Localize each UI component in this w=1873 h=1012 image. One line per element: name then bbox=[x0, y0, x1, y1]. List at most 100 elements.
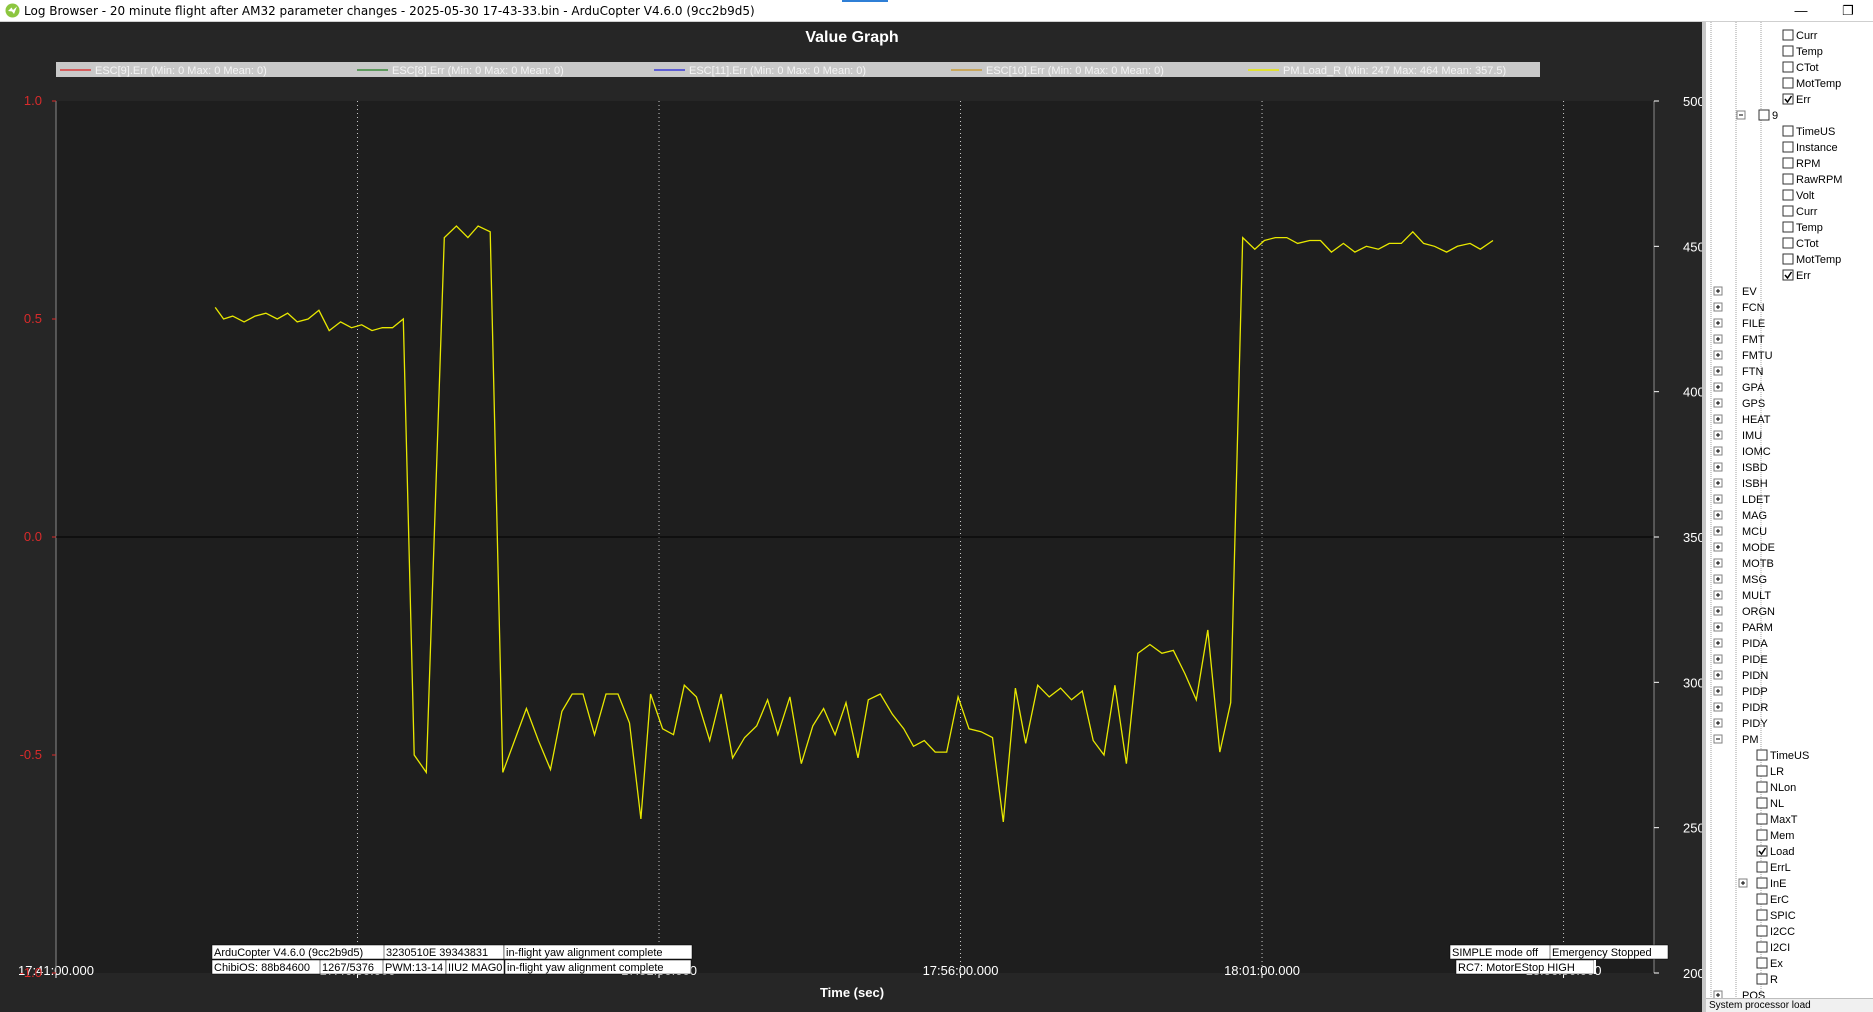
tree-item-parm[interactable]: PARM bbox=[1713, 622, 1773, 634]
tree-item-load[interactable]: Load bbox=[1756, 845, 1794, 858]
tree-item-pidp[interactable]: PIDP bbox=[1713, 686, 1768, 698]
tree-item-mult[interactable]: MULT bbox=[1713, 590, 1771, 602]
chart-title: Value Graph bbox=[805, 29, 898, 46]
checkbox[interactable] bbox=[1756, 877, 1768, 889]
checkbox[interactable] bbox=[1756, 861, 1768, 873]
tree-item-pidy[interactable]: PIDY bbox=[1713, 718, 1768, 730]
checkbox[interactable] bbox=[1756, 749, 1768, 761]
checkbox[interactable] bbox=[1782, 157, 1794, 169]
tree-item-timeus[interactable]: TimeUS bbox=[1756, 749, 1809, 762]
tree-item-pidn[interactable]: PIDN bbox=[1713, 670, 1768, 682]
checkbox[interactable] bbox=[1756, 797, 1768, 809]
tree-item-pos[interactable]: POS bbox=[1713, 990, 1765, 998]
tree-item-timeus[interactable]: TimeUS bbox=[1782, 125, 1835, 138]
checkbox[interactable] bbox=[1782, 221, 1794, 233]
tree-item-mottemp[interactable]: MotTemp bbox=[1782, 253, 1841, 266]
annotation-text: in-flight yaw alignment complete bbox=[506, 947, 663, 959]
tree-item-rpm[interactable]: RPM bbox=[1782, 157, 1820, 170]
checkbox[interactable] bbox=[1756, 925, 1768, 937]
restore-button[interactable]: ❐ bbox=[1835, 2, 1861, 20]
tree-item-ctot[interactable]: CTot bbox=[1782, 237, 1819, 250]
tree-item-gpa[interactable]: GPA bbox=[1713, 382, 1765, 394]
tree-item-9[interactable]: 9 bbox=[1736, 109, 1778, 122]
checkbox[interactable] bbox=[1782, 189, 1794, 201]
tree-item-motb[interactable]: MOTB bbox=[1713, 558, 1774, 570]
checkbox[interactable] bbox=[1782, 77, 1794, 89]
tree-item-curr[interactable]: Curr bbox=[1782, 205, 1818, 218]
legend-entry[interactable]: ESC[10].Err (Min: 0 Max: 0 Mean: 0) bbox=[986, 65, 1164, 77]
tree-item-nlon[interactable]: NLon bbox=[1756, 781, 1796, 794]
checkbox[interactable] bbox=[1782, 45, 1794, 57]
tree-item-pidr[interactable]: PIDR bbox=[1713, 702, 1768, 714]
tree-item-ftn[interactable]: FTN bbox=[1713, 366, 1763, 378]
legend-entry[interactable]: ESC[8].Err (Min: 0 Max: 0 Mean: 0) bbox=[392, 65, 564, 77]
tree-item-nl[interactable]: NL bbox=[1756, 797, 1784, 810]
checkbox[interactable] bbox=[1782, 237, 1794, 249]
tree-item-isbd[interactable]: ISBD bbox=[1713, 462, 1768, 474]
tree-item-mag[interactable]: MAG bbox=[1713, 510, 1767, 522]
tree-item-temp[interactable]: Temp bbox=[1782, 45, 1823, 58]
checkbox[interactable] bbox=[1756, 765, 1768, 777]
checkbox[interactable] bbox=[1756, 957, 1768, 969]
tree-item-r[interactable]: R bbox=[1756, 973, 1778, 986]
tree-item-file[interactable]: FILE bbox=[1713, 318, 1765, 330]
checkbox[interactable] bbox=[1756, 973, 1768, 985]
checkbox[interactable] bbox=[1758, 109, 1770, 121]
checkbox[interactable] bbox=[1782, 29, 1794, 41]
minimize-button[interactable]: — bbox=[1788, 2, 1814, 20]
tree-item-gps[interactable]: GPS bbox=[1713, 398, 1765, 410]
tree-item-msg[interactable]: MSG bbox=[1713, 574, 1767, 586]
tree-item-spic[interactable]: SPIC bbox=[1756, 909, 1796, 922]
tree-item-erc[interactable]: ErC bbox=[1756, 893, 1789, 906]
checkbox[interactable] bbox=[1756, 941, 1768, 953]
tree-item-temp[interactable]: Temp bbox=[1782, 221, 1823, 234]
value-graph-panel[interactable]: Value Graph17:41:00.00017:46:00.00017:51… bbox=[0, 22, 1702, 1012]
tree-item-i2ci[interactable]: I2CI bbox=[1756, 941, 1790, 954]
tree-item-errl[interactable]: ErrL bbox=[1756, 861, 1791, 874]
message-tree-panel[interactable]: Curr Temp CTot MotTemp Err 9 TimeUS Instance RPM… bbox=[1702, 22, 1873, 1012]
tree-item-fmt[interactable]: FMT bbox=[1713, 334, 1765, 346]
tree-item-lr[interactable]: LR bbox=[1756, 765, 1784, 778]
checkbox[interactable] bbox=[1756, 829, 1768, 841]
tree-item-isbh[interactable]: ISBH bbox=[1713, 478, 1768, 490]
tree-item-maxt[interactable]: MaxT bbox=[1756, 813, 1798, 826]
tree-item-fcn[interactable]: FCN bbox=[1713, 302, 1765, 314]
tree-item-ine[interactable]: InE bbox=[1738, 877, 1787, 890]
tree-item-orgn[interactable]: ORGN bbox=[1713, 606, 1775, 618]
checkbox[interactable] bbox=[1782, 141, 1794, 153]
tree-item-err[interactable]: Err bbox=[1782, 269, 1811, 282]
checkbox[interactable] bbox=[1782, 253, 1794, 265]
tree-item-imu[interactable]: IMU bbox=[1713, 430, 1762, 442]
tree-item-mem[interactable]: Mem bbox=[1756, 829, 1794, 842]
legend-entry[interactable]: ESC[11].Err (Min: 0 Max: 0 Mean: 0) bbox=[689, 65, 866, 77]
checkbox[interactable] bbox=[1782, 61, 1794, 73]
tree-item-iomc[interactable]: IOMC bbox=[1713, 446, 1771, 458]
checkbox[interactable] bbox=[1782, 205, 1794, 217]
checkbox[interactable] bbox=[1782, 173, 1794, 185]
checkbox[interactable] bbox=[1782, 125, 1794, 137]
checkbox[interactable] bbox=[1756, 893, 1768, 905]
tree-item-curr[interactable]: Curr bbox=[1782, 29, 1818, 42]
tree-item-instance[interactable]: Instance bbox=[1782, 141, 1838, 154]
tree-item-mcu[interactable]: MCU bbox=[1713, 526, 1767, 538]
checkbox[interactable] bbox=[1756, 813, 1768, 825]
checkbox[interactable] bbox=[1756, 781, 1768, 793]
tree-item-rawrpm[interactable]: RawRPM bbox=[1782, 173, 1842, 186]
tree-item-mode[interactable]: MODE bbox=[1713, 542, 1775, 554]
tree-item-volt[interactable]: Volt bbox=[1782, 189, 1814, 202]
tree-item-ctot[interactable]: CTot bbox=[1782, 61, 1819, 74]
tree-item-mottemp[interactable]: MotTemp bbox=[1782, 77, 1841, 90]
legend-entry[interactable]: PM.Load_R (Min: 247 Max: 464 Mean: 357.5… bbox=[1283, 65, 1506, 77]
tree-item-ldet[interactable]: LDET bbox=[1713, 494, 1770, 506]
legend-entry[interactable]: ESC[9].Err (Min: 0 Max: 0 Mean: 0) bbox=[95, 65, 267, 77]
tree-item-i2cc[interactable]: I2CC bbox=[1756, 925, 1795, 938]
checkbox[interactable] bbox=[1756, 909, 1768, 921]
tree-item-heat[interactable]: HEAT bbox=[1713, 414, 1771, 426]
tree-item-ex[interactable]: Ex bbox=[1756, 957, 1783, 970]
tree-item-err[interactable]: Err bbox=[1782, 93, 1811, 106]
value-graph-chart[interactable]: Value Graph17:41:00.00017:46:00.00017:51… bbox=[0, 22, 1702, 1012]
tree-item-fmtu[interactable]: FMTU bbox=[1713, 350, 1773, 362]
tree-item-pide[interactable]: PIDE bbox=[1713, 654, 1768, 666]
tree-item-pida[interactable]: PIDA bbox=[1713, 638, 1768, 650]
message-tree[interactable]: Curr Temp CTot MotTemp Err 9 TimeUS Instance RPM… bbox=[1706, 22, 1873, 998]
